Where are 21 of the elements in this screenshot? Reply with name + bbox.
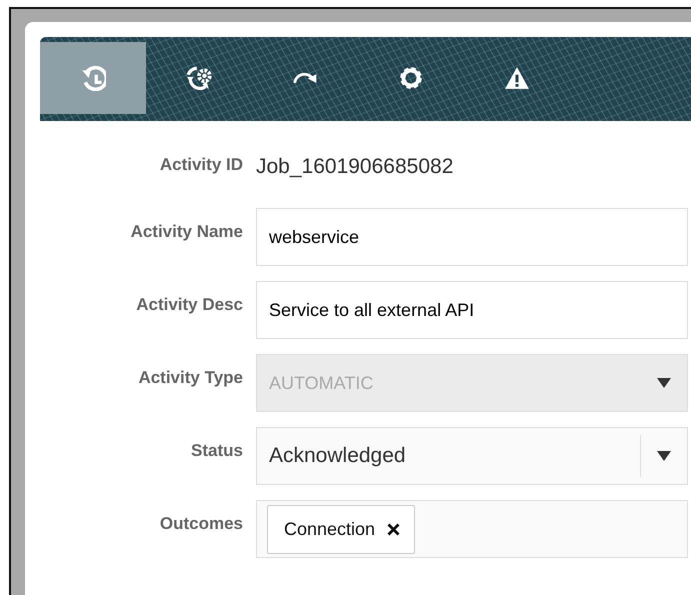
field-label: Activity Desc [136,294,243,316]
tag-chip[interactable]: Connection [267,504,416,554]
select-field[interactable]: Acknowledged [256,427,688,485]
field-label: Outcomes [160,513,243,535]
warning-icon [504,65,530,91]
field-label: Activity Type [138,367,243,389]
field-label: Activity Name [130,221,243,243]
caret-icon [657,451,671,461]
sync-gear-icon [186,65,212,91]
input-field[interactable]: webservice [256,208,688,266]
field-label: Status [191,440,243,462]
settings-icon [398,65,424,91]
curved-arrow-icon [292,71,318,85]
close-icon[interactable] [387,522,400,536]
tag-field[interactable]: Connection [256,500,688,558]
field-label: Activity ID [160,154,243,176]
history-icon [80,65,106,91]
caret-icon [657,378,671,388]
input-field[interactable]: Service to all external API [256,281,688,339]
activity-id-value: Job_1601906685082 [256,154,454,180]
tag-text: Connection [284,518,376,540]
